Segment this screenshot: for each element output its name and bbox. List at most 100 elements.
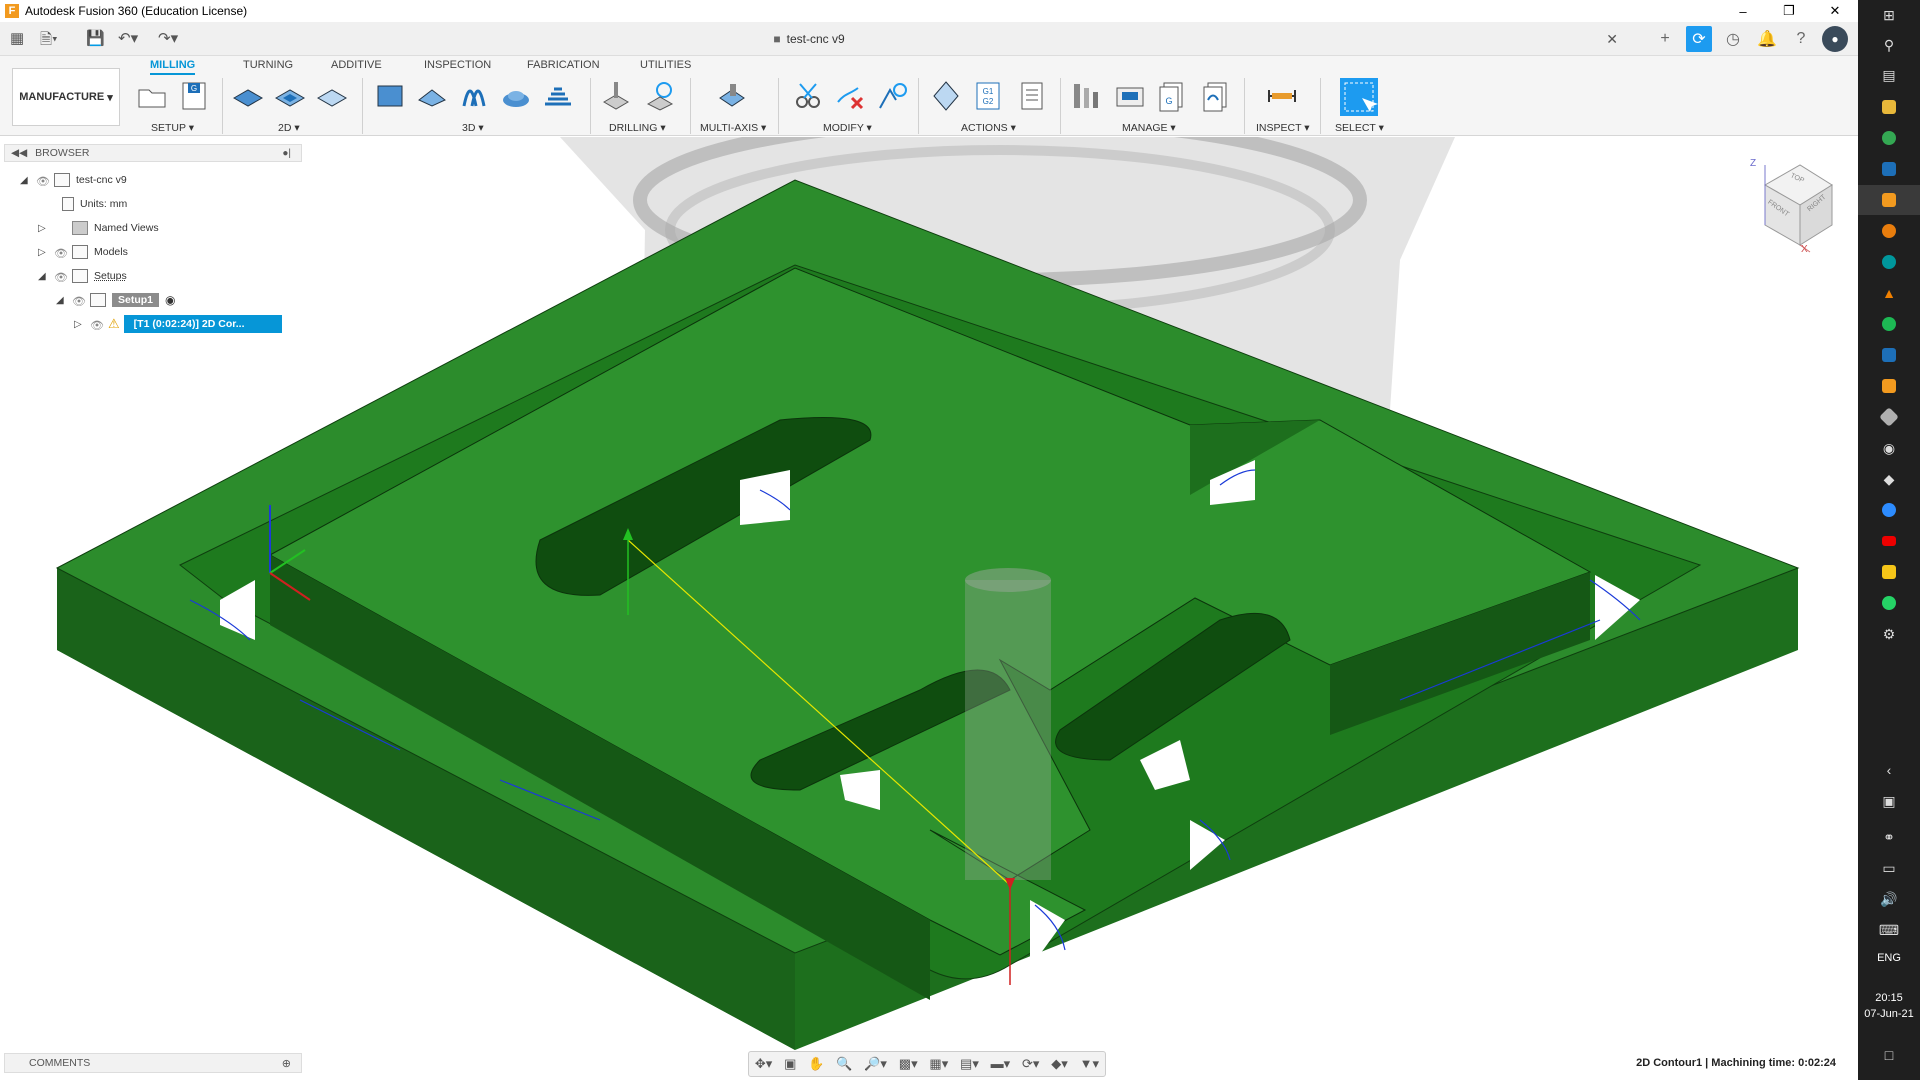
collapsed-triangle-icon[interactable]: ▷ xyxy=(38,247,50,258)
parallel-icon[interactable] xyxy=(458,80,490,112)
job-status-icon[interactable]: ◷ xyxy=(1720,26,1746,52)
vlc-icon[interactable]: ▲ xyxy=(1858,278,1920,308)
grid-settings-icon[interactable]: ▦▾ xyxy=(929,1056,948,1072)
input-language[interactable]: ENG xyxy=(1858,952,1920,964)
group-inspect[interactable]: INSPECT ▾ xyxy=(1256,122,1310,134)
tab-additive[interactable]: ADDITIVE xyxy=(331,59,382,71)
close-window-button[interactable]: ✕ xyxy=(1812,0,1858,22)
setup-folder-icon[interactable] xyxy=(136,80,168,112)
cut-icon[interactable] xyxy=(792,80,824,112)
action-center-icon[interactable]: □ xyxy=(1858,1040,1920,1070)
group-select[interactable]: SELECT ▾ xyxy=(1335,122,1384,134)
system-clock[interactable]: 20:15 07-Jun-21 xyxy=(1858,990,1920,1022)
tab-utilities[interactable]: UTILITIES xyxy=(640,59,691,71)
visibility-eye-icon[interactable]: 👁 xyxy=(54,271,68,284)
settings-gear-icon[interactable]: ⚙ xyxy=(1858,619,1920,649)
usb-icon[interactable]: ▣ xyxy=(1858,786,1920,816)
tool-library-icon[interactable] xyxy=(1070,80,1102,112)
activate-radio-icon[interactable]: ◉ xyxy=(165,293,175,307)
browser-header[interactable]: ◀◀ BROWSER ●| xyxy=(4,144,302,162)
blender-icon[interactable] xyxy=(1858,216,1920,246)
filter-icon[interactable]: ▼▾ xyxy=(1080,1056,1099,1072)
tree-setups[interactable]: ◢ 👁 Setups xyxy=(38,266,127,286)
3d-viewport[interactable] xyxy=(0,137,1858,1080)
section-icon[interactable]: ▬▾ xyxy=(991,1056,1011,1072)
stock-icon[interactable]: ◆▾ xyxy=(1051,1056,1068,1072)
scallop-icon[interactable] xyxy=(542,80,574,112)
tree-root[interactable]: ◢ 👁 test-cnc v9 xyxy=(20,170,127,190)
part-model[interactable] xyxy=(55,179,1800,1050)
multi-axis-icon[interactable] xyxy=(716,80,748,112)
group-actions[interactable]: ACTIONS ▾ xyxy=(961,122,1016,134)
whatsapp-icon[interactable] xyxy=(1858,588,1920,618)
tab-fabrication[interactable]: FABRICATION xyxy=(527,59,600,71)
group-drilling[interactable]: DRILLING ▾ xyxy=(609,122,666,134)
simulate-icon[interactable] xyxy=(930,80,962,112)
file-explorer-icon[interactable] xyxy=(1858,92,1920,122)
spotify-icon[interactable] xyxy=(1858,309,1920,339)
tree-setup1[interactable]: ◢ 👁 Setup1 ◉ xyxy=(56,290,176,310)
pocket-3d-icon[interactable] xyxy=(416,80,448,112)
select-tool-icon[interactable] xyxy=(1340,78,1378,116)
tree-models[interactable]: ▷ 👁 Models xyxy=(38,242,128,262)
group-modify[interactable]: MODIFY ▾ xyxy=(823,122,872,134)
visibility-eye-icon[interactable]: 👁 xyxy=(54,247,68,260)
visibility-eye-icon[interactable]: 👁 xyxy=(36,175,50,188)
show-hidden-icons-chevron-icon[interactable]: ‹ xyxy=(1858,755,1920,785)
arduino-icon[interactable] xyxy=(1858,247,1920,277)
add-comment-icon[interactable]: ⊕ xyxy=(282,1057,291,1070)
refresh-icon[interactable]: ⟳▾ xyxy=(1022,1056,1039,1072)
delete-toolpath-icon[interactable] xyxy=(834,80,866,112)
start-menu-icon[interactable]: ⊞ xyxy=(1858,0,1920,30)
group-setup[interactable]: SETUP ▾ xyxy=(151,122,194,134)
notes-icon[interactable] xyxy=(1858,557,1920,587)
tree-operation[interactable]: ▷ 👁 ⚠ [T1 (0:02:24)] 2D Cor... xyxy=(74,314,282,334)
group-2d[interactable]: 2D ▾ xyxy=(278,122,300,134)
group-multi-axis[interactable]: MULTI-AXIS ▾ xyxy=(700,122,766,134)
pocket-clearing-icon[interactable] xyxy=(274,80,306,112)
restore-button[interactable]: ❐ xyxy=(1766,0,1812,22)
workspace-switcher[interactable]: MANUFACTURE ▾ xyxy=(12,68,120,126)
group-3d[interactable]: 3D ▾ xyxy=(462,122,484,134)
comments-panel[interactable]: COMMENTS ⊕ xyxy=(4,1053,302,1073)
sublime-icon[interactable] xyxy=(1858,371,1920,401)
expand-triangle-icon[interactable]: ◢ xyxy=(20,175,32,186)
viewports-icon[interactable]: ▤▾ xyxy=(960,1056,979,1072)
post-library-icon[interactable]: G xyxy=(1156,80,1188,112)
youtube-icon[interactable] xyxy=(1858,526,1920,556)
tab-turning[interactable]: TURNING xyxy=(243,59,293,71)
group-manage[interactable]: MANAGE ▾ xyxy=(1122,122,1176,134)
wifi-icon[interactable]: ⚭ xyxy=(1858,822,1920,852)
manipulate-toolpath-icon[interactable] xyxy=(876,80,908,112)
zoom-app-icon[interactable] xyxy=(1858,495,1920,525)
nc-program-icon[interactable]: G xyxy=(178,80,210,112)
expand-triangle-icon[interactable]: ◢ xyxy=(56,295,68,306)
git-icon[interactable] xyxy=(1858,402,1920,432)
volume-icon[interactable]: 🔊 xyxy=(1858,884,1920,914)
user-avatar[interactable]: ● xyxy=(1822,26,1848,52)
drill-icon[interactable] xyxy=(600,80,632,112)
app-icon-eye[interactable]: ◉ xyxy=(1858,433,1920,463)
visibility-eye-icon[interactable]: 👁 xyxy=(72,295,86,308)
new-tab-icon[interactable]: + xyxy=(1652,26,1678,52)
app-icon-brackets[interactable] xyxy=(1858,340,1920,370)
collapsed-triangle-icon[interactable]: ▷ xyxy=(38,223,50,234)
task-view-icon[interactable]: ▤ xyxy=(1858,60,1920,90)
template-library-icon[interactable] xyxy=(1200,80,1232,112)
expand-triangle-icon[interactable]: ◢ xyxy=(38,271,50,282)
close-tab-icon[interactable]: ✕ xyxy=(1606,31,1618,48)
app-icon-diamond[interactable]: ◆ xyxy=(1858,464,1920,494)
machine-library-icon[interactable] xyxy=(1114,80,1146,112)
face-icon[interactable] xyxy=(316,80,348,112)
help-icon[interactable]: ? xyxy=(1788,26,1814,52)
orbit-icon[interactable]: ✥▾ xyxy=(755,1056,772,1072)
pan-icon[interactable]: ✋ xyxy=(808,1056,824,1072)
zoom-icon[interactable]: 🔍 xyxy=(836,1056,852,1072)
collapsed-triangle-icon[interactable]: ▷ xyxy=(74,319,86,330)
keyboard-icon[interactable]: ⌨ xyxy=(1858,915,1920,945)
tab-inspection[interactable]: INSPECTION xyxy=(424,59,491,71)
adaptive-3d-icon[interactable] xyxy=(374,80,406,112)
tab-milling[interactable]: MILLING xyxy=(150,59,196,75)
fit-icon[interactable]: 🔎▾ xyxy=(864,1056,887,1072)
display-settings-icon[interactable]: ▩▾ xyxy=(899,1056,918,1072)
